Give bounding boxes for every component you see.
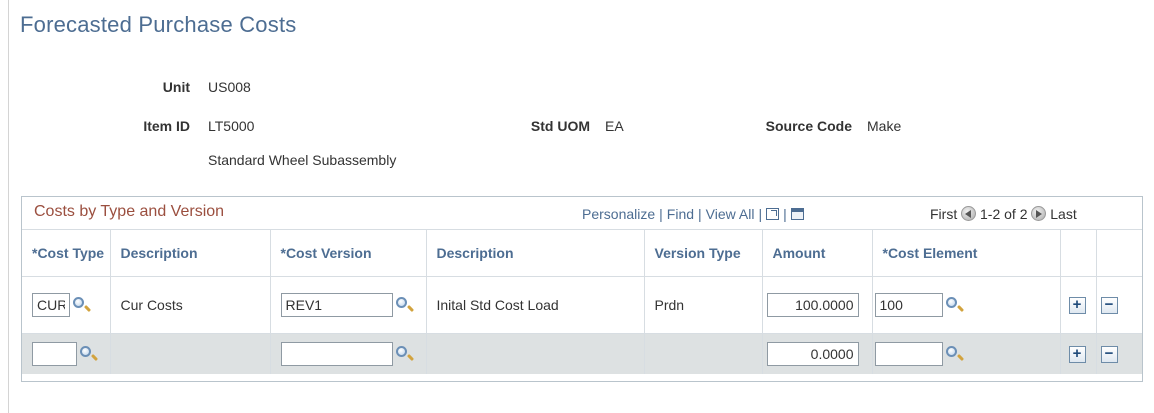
costs-table: *Cost Type Description *Cost Version Des… xyxy=(22,229,1142,374)
table-row: Cur Costs Inital Std Cost Load Prdn + − xyxy=(22,276,1142,334)
header-row: *Cost Type Description *Cost Version Des… xyxy=(22,229,1142,277)
cost-type-input[interactable] xyxy=(32,293,70,317)
zoom-icon[interactable] xyxy=(766,208,780,220)
cost-type-input[interactable] xyxy=(32,342,77,366)
source-code-value: Make xyxy=(867,118,902,134)
description-cell: Cur Costs xyxy=(109,276,270,334)
view-all-link[interactable]: View All xyxy=(706,206,755,222)
unit-value: US008 xyxy=(208,79,251,95)
col-cost-version: *Cost Version xyxy=(269,229,426,277)
cost-element-input[interactable] xyxy=(874,293,943,317)
version-type-cell xyxy=(643,333,762,374)
lookup-icon[interactable] xyxy=(395,296,415,314)
add-row-button[interactable]: + xyxy=(1068,296,1086,314)
item-id-value: LT5000 xyxy=(208,118,255,134)
row-range: 1-2 of 2 xyxy=(980,206,1028,222)
version-type-cell: Prdn xyxy=(643,276,762,334)
add-row-button[interactable]: + xyxy=(1068,345,1086,363)
amount-input[interactable] xyxy=(766,293,859,317)
lookup-icon[interactable] xyxy=(72,296,92,314)
col-amount: Amount xyxy=(761,229,872,277)
costs-grid: Costs by Type and Version Personalize | Fi… xyxy=(21,196,1143,382)
find-link[interactable]: Find xyxy=(667,206,694,222)
first-link[interactable]: First xyxy=(930,206,957,222)
unit-label: Unit xyxy=(162,79,190,95)
version-description-cell: Inital Std Cost Load xyxy=(425,276,644,334)
previous-arrow-icon[interactable] xyxy=(961,206,977,221)
personalize-link[interactable]: Personalize xyxy=(582,206,655,222)
pager: First 1-2 of 2 Last xyxy=(930,206,1077,222)
amount-input[interactable] xyxy=(766,342,859,366)
last-link[interactable]: Last xyxy=(1050,206,1076,222)
next-arrow-icon[interactable] xyxy=(1031,206,1047,221)
lookup-icon[interactable] xyxy=(945,345,965,363)
table-row: + − xyxy=(22,333,1142,374)
col-version-type: Version Type xyxy=(643,229,762,277)
grid-nav: Personalize | Find | View All | | xyxy=(582,206,804,222)
cost-element-input[interactable] xyxy=(874,342,943,366)
lookup-icon[interactable] xyxy=(395,345,415,363)
source-code-label: Source Code xyxy=(765,118,852,134)
item-id-label: Item ID xyxy=(143,118,190,134)
lookup-icon[interactable] xyxy=(945,296,965,314)
col-cost-type: *Cost Type xyxy=(22,229,110,277)
col-description: Description xyxy=(109,229,270,277)
delete-row-button[interactable]: − xyxy=(1100,345,1118,363)
lookup-icon[interactable] xyxy=(79,345,99,363)
std-uom-label: Std UOM xyxy=(530,118,590,134)
page-title: Forecasted Purchase Costs xyxy=(20,12,297,37)
std-uom-value: EA xyxy=(605,118,624,134)
grid-title: Costs by Type and Version xyxy=(34,203,225,220)
spreadsheet-icon[interactable] xyxy=(790,208,804,220)
version-description-cell xyxy=(425,333,644,374)
col-cost-element: *Cost Element xyxy=(871,229,1060,277)
description-cell xyxy=(109,333,270,374)
cost-version-input[interactable] xyxy=(280,293,393,317)
col-version-description: Description xyxy=(425,229,644,277)
item-description: Standard Wheel Subassembly xyxy=(208,152,397,168)
left-border xyxy=(8,0,9,413)
cost-version-input[interactable] xyxy=(280,342,393,366)
delete-row-button[interactable]: − xyxy=(1100,296,1118,314)
